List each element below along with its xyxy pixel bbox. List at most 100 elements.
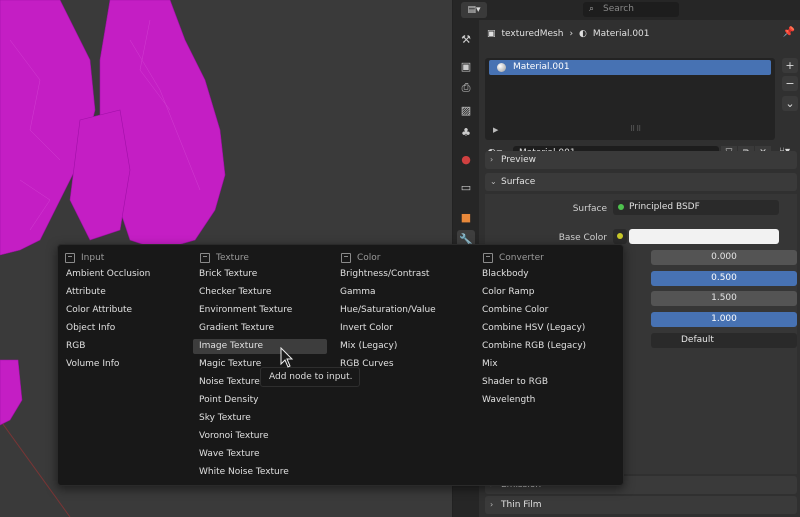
menu-item[interactable]: Wave Texture: [193, 447, 260, 462]
menu-item[interactable]: Brightness/Contrast: [334, 267, 429, 282]
panel-surface[interactable]: ⌄ Surface: [485, 173, 797, 191]
resize-grip-icon[interactable]: ⠿⠿: [630, 125, 642, 133]
tab-render[interactable]: ▣: [457, 57, 475, 75]
column-header: Color: [337, 251, 381, 265]
surface-shader-value: Principled BSDF: [629, 202, 700, 212]
pin-icon[interactable]: 📌: [783, 27, 795, 38]
menu-item[interactable]: Point Density: [193, 393, 258, 408]
chevron-right-icon: ›: [569, 29, 574, 39]
color-socket-icon: [617, 233, 623, 239]
tab-world[interactable]: ●: [457, 150, 475, 168]
add-slot-button[interactable]: +: [782, 58, 798, 73]
play-icon[interactable]: ▶: [493, 126, 498, 134]
search-icon: ⌕: [589, 4, 595, 14]
view-layer-icon: ▨: [460, 103, 472, 117]
material-slot-list[interactable]: Material.001 ▶ ⠿⠿: [485, 58, 775, 140]
menu-item[interactable]: Brick Texture: [193, 267, 257, 282]
tab-collection[interactable]: ▭: [457, 178, 475, 196]
material-ball-icon: [497, 63, 506, 72]
menu-item[interactable]: Checker Texture: [193, 285, 271, 300]
column-title: Input: [81, 253, 105, 263]
menu-item[interactable]: Blackbody: [476, 267, 529, 282]
value-field-3[interactable]: 1.500: [651, 291, 797, 306]
value-field-1-text: 0.000: [711, 252, 737, 262]
node-category-icon: [483, 253, 493, 263]
menu-item[interactable]: Volume Info: [60, 357, 119, 372]
mesh-icon: ▣: [487, 29, 496, 39]
panel-thin-film-label: Thin Film: [501, 500, 542, 510]
add-node-menu: Input Ambient Occlusion Attribute Color …: [57, 244, 624, 486]
node-category-icon: [200, 253, 210, 263]
value-field-4-text: 1.000: [711, 314, 737, 324]
collection-icon: ▭: [460, 180, 472, 194]
tooltip-text: Add node to input.: [269, 372, 353, 382]
tab-scene[interactable]: ♣: [457, 123, 475, 141]
mouse-cursor-icon: [280, 347, 294, 368]
column-header: Texture: [196, 251, 249, 265]
menu-item[interactable]: Noise Texture: [193, 375, 260, 390]
render-icon: ▣: [460, 59, 472, 73]
tab-tool[interactable]: ⚒: [457, 30, 475, 48]
slot-menu-button[interactable]: ⌄: [782, 96, 798, 111]
distribution-value: Default: [681, 335, 714, 345]
properties-editor-icon: ▤▾: [467, 5, 481, 15]
tool-icon: ⚒: [461, 32, 471, 46]
base-color-swatch[interactable]: [629, 229, 779, 244]
menu-item[interactable]: Shader to RGB: [476, 375, 548, 390]
tab-object[interactable]: ■: [457, 208, 475, 226]
menu-item[interactable]: Environment Texture: [193, 303, 292, 318]
node-category-icon: [341, 253, 351, 263]
object-icon: ■: [460, 210, 472, 224]
panel-thin-film[interactable]: › Thin Film: [485, 496, 797, 514]
material-slot[interactable]: Material.001: [489, 60, 771, 75]
remove-slot-button[interactable]: −: [782, 76, 798, 91]
menu-item[interactable]: Mix: [476, 357, 498, 372]
column-title: Color: [357, 253, 381, 263]
surface-shader-field[interactable]: Principled BSDF: [613, 200, 779, 215]
menu-item[interactable]: White Noise Texture: [193, 465, 289, 480]
menu-item[interactable]: Gamma: [334, 285, 376, 300]
menu-item[interactable]: Voronoi Texture: [193, 429, 269, 444]
chevron-right-icon: ›: [490, 155, 494, 164]
menu-item[interactable]: Color Attribute: [60, 303, 132, 318]
base-color-socket[interactable]: [613, 229, 627, 244]
menu-item[interactable]: Combine RGB (Legacy): [476, 339, 586, 354]
menu-item[interactable]: RGB: [60, 339, 85, 354]
column-title: Texture: [216, 253, 249, 263]
menu-item[interactable]: Combine HSV (Legacy): [476, 321, 585, 336]
menu-item[interactable]: Color Ramp: [476, 285, 534, 300]
value-field-4[interactable]: 1.000: [651, 312, 797, 327]
search-input[interactable]: ⌕ Search: [583, 2, 679, 17]
menu-item[interactable]: Ambient Occlusion: [60, 267, 150, 282]
panel-preview[interactable]: › Preview: [485, 151, 797, 169]
value-field-2[interactable]: 0.500: [651, 271, 797, 286]
menu-item[interactable]: Hue/Saturation/Value: [334, 303, 436, 318]
tab-output[interactable]: ⎙: [457, 79, 475, 97]
menu-item[interactable]: Magic Texture: [193, 357, 261, 372]
tab-view-layer[interactable]: ▨: [457, 101, 475, 119]
column-header: Input: [61, 251, 104, 265]
value-field-3-text: 1.500: [711, 293, 737, 303]
search-placeholder: Search: [603, 4, 634, 14]
menu-item[interactable]: Mix (Legacy): [334, 339, 397, 354]
editor-type-button[interactable]: ▤▾: [461, 2, 487, 18]
tooltip: Add node to input.: [260, 367, 360, 387]
value-field-1[interactable]: 0.000: [651, 250, 797, 265]
material-icon: ◐: [579, 29, 587, 39]
breadcrumb: ▣ texturedMesh › ◐ Material.001: [487, 26, 650, 42]
chevron-down-icon: ⌄: [490, 177, 497, 186]
shader-socket-icon: [618, 204, 624, 210]
menu-item[interactable]: Wavelength: [476, 393, 535, 408]
world-icon: ●: [461, 152, 471, 166]
menu-item[interactable]: Object Info: [60, 321, 115, 336]
breadcrumb-material: Material.001: [592, 29, 650, 39]
menu-item[interactable]: Attribute: [60, 285, 106, 300]
output-icon: ⎙: [461, 81, 471, 94]
menu-item[interactable]: Sky Texture: [193, 411, 251, 426]
menu-item-hovered[interactable]: Image Texture: [193, 339, 327, 354]
distribution-dropdown[interactable]: Default: [651, 333, 797, 348]
menu-item[interactable]: Gradient Texture: [193, 321, 274, 336]
value-field-2-text: 0.500: [711, 273, 737, 283]
menu-item[interactable]: Combine Color: [476, 303, 548, 318]
menu-item[interactable]: Invert Color: [334, 321, 393, 336]
